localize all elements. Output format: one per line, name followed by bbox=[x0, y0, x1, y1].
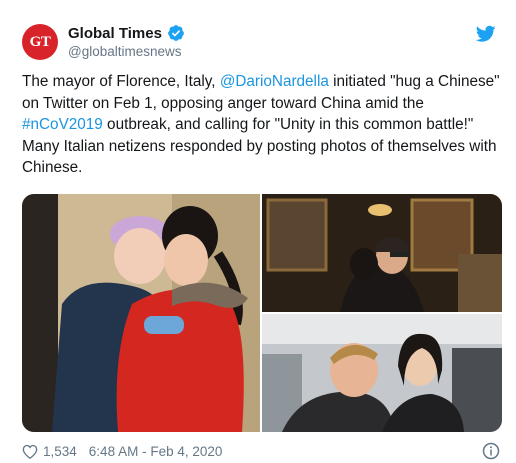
mention-link[interactable]: @DarioNardella bbox=[220, 73, 329, 90]
avatar-text: GT bbox=[29, 33, 51, 50]
heart-icon[interactable] bbox=[22, 444, 38, 459]
photo-men-hugging-in-ornate-room[interactable] bbox=[262, 194, 502, 312]
like-count[interactable]: 1,534 bbox=[43, 444, 77, 459]
tweet-card: GT Global Times @globaltimesnews The may… bbox=[0, 0, 516, 463]
twitter-bird-icon[interactable] bbox=[476, 25, 496, 43]
photo-two-girls-illustration bbox=[22, 194, 260, 432]
photo-selfie-illustration bbox=[262, 314, 502, 432]
media-grid bbox=[22, 194, 502, 432]
photo-two-girls-hugging[interactable] bbox=[22, 194, 260, 432]
hashtag-link[interactable]: #nCoV2019 bbox=[22, 116, 103, 133]
author-handle[interactable]: @globaltimesnews bbox=[68, 44, 182, 59]
tweet-text: The mayor of Florence, Italy, @DarioNard… bbox=[22, 71, 500, 179]
photo-ornate-room-illustration bbox=[262, 194, 502, 312]
info-icon[interactable] bbox=[482, 442, 500, 460]
timestamp[interactable]: 6:48 AM - Feb 4, 2020 bbox=[89, 444, 223, 459]
tweet-footer: 1,534 6:48 AM - Feb 4, 2020 bbox=[22, 444, 222, 459]
tweet-text-part: The mayor of Florence, Italy, bbox=[22, 73, 220, 90]
avatar[interactable]: GT bbox=[22, 24, 58, 60]
display-name[interactable]: Global Times bbox=[68, 25, 162, 42]
verified-badge-icon bbox=[168, 25, 184, 41]
photo-man-and-woman-hugging-selfie[interactable] bbox=[262, 314, 502, 432]
author-name-row: Global Times bbox=[68, 24, 185, 42]
